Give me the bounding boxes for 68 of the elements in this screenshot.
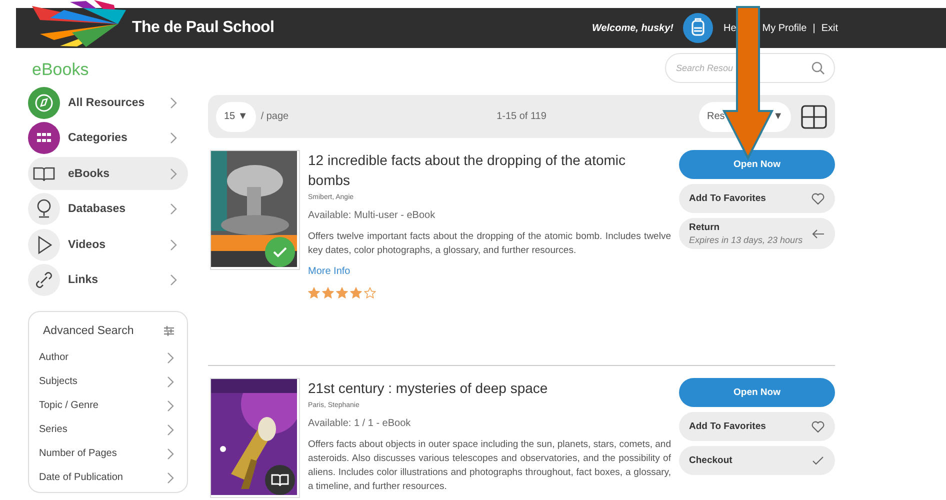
action-button[interactable]: Add To Favorites xyxy=(679,412,835,441)
filter-item[interactable]: Series xyxy=(39,418,175,442)
chevron-icon xyxy=(170,168,178,180)
backpack-icon[interactable] xyxy=(683,13,714,43)
separator: | xyxy=(812,22,816,34)
grid-view-icon[interactable] xyxy=(800,104,827,128)
filter-item[interactable]: Subjects xyxy=(39,370,175,394)
heart-icon xyxy=(811,192,825,206)
chevron-icon xyxy=(167,424,175,436)
star-icon xyxy=(364,287,376,299)
more-info-link[interactable]: More Info xyxy=(308,266,350,277)
book-title[interactable]: 21st century : mysteries of deep space xyxy=(308,378,671,398)
description: Offers facts about objects in outer space including the sun, planets, stars, comets, and asteroids. Also discusses various telescopes and observatories, and the possibility of aliens. Includes color illustrations and photographs throughout, fact boxes, a glossary, a timeline, and further resources. xyxy=(308,438,671,494)
chevron-icon xyxy=(170,132,178,144)
sidebar-item[interactable]: Categories xyxy=(28,122,188,154)
star-icon xyxy=(336,287,348,299)
star-icon xyxy=(322,287,334,299)
action-button[interactable]: Return Expires in 13 days, 23 hours xyxy=(679,218,835,249)
check-icon xyxy=(811,454,825,468)
arrow-left-icon xyxy=(811,226,825,240)
book-icon xyxy=(265,465,295,495)
heart-icon xyxy=(811,420,825,434)
action-button[interactable]: Open Now xyxy=(679,378,835,407)
header-link[interactable]: Exit xyxy=(821,22,838,34)
sliders-icon[interactable] xyxy=(163,324,175,336)
chevron-icon xyxy=(167,400,175,412)
grid-icon xyxy=(28,122,60,154)
chevron-icon xyxy=(170,96,178,108)
results-count: 1-15 of 119 xyxy=(496,111,546,122)
action-button[interactable]: Checkout xyxy=(679,446,835,475)
action-button[interactable]: Add To Favorites xyxy=(679,184,835,213)
availability-text: Available: 1 / 1 - eBook xyxy=(308,418,412,429)
search-icon xyxy=(811,61,825,75)
filter-item[interactable]: Topic / Genre xyxy=(39,394,175,418)
star-icon xyxy=(308,287,320,299)
sidebar-item[interactable]: eBooks xyxy=(28,157,188,190)
link-icon xyxy=(28,264,60,296)
chevron-icon xyxy=(167,352,175,364)
per-page-dropdown[interactable]: 15 ▼ xyxy=(216,102,256,132)
description: Offers twelve important facts about the dropping of the atomic bomb. Includes twelve key dates, color photographs, a glossary, and further resources. xyxy=(308,230,671,258)
chevron-icon xyxy=(170,203,178,215)
chevron-icon xyxy=(167,376,175,388)
sidebar-item[interactable]: All Resources xyxy=(28,86,188,119)
chevron-icon xyxy=(167,472,175,484)
panel-title: Advanced Search xyxy=(43,324,134,336)
availability-text: Available: Multi-user - eBook xyxy=(308,210,436,221)
header-link[interactable]: He xyxy=(723,22,736,34)
chevron-icon xyxy=(167,448,175,460)
chevron-icon xyxy=(170,274,178,286)
check-icon xyxy=(265,237,295,267)
school-name: The de Paul School xyxy=(132,19,274,37)
filter-item[interactable]: Number of Pages xyxy=(39,442,175,466)
sidebar-item[interactable]: Databases xyxy=(28,192,188,226)
sidebar-item[interactable]: Links xyxy=(28,264,188,296)
per-page-label: / page xyxy=(260,111,289,122)
compass-icon xyxy=(28,86,60,118)
globe-icon xyxy=(28,193,60,225)
filter-item[interactable]: Date of Publication xyxy=(39,466,175,490)
sidebar-item[interactable]: Videos xyxy=(28,228,188,261)
welcome-text: Welcome, husky! xyxy=(592,22,674,34)
star-icon xyxy=(350,287,362,299)
section-title: eBooks xyxy=(32,60,90,80)
action-button[interactable]: Open Now xyxy=(679,150,835,179)
chevron-icon xyxy=(170,238,178,250)
play-icon xyxy=(28,228,60,260)
header-link[interactable]: My Profile xyxy=(762,22,807,34)
book-title[interactable]: 12 incredible facts about the dropping of the atomic bombs xyxy=(308,150,671,190)
filter-item[interactable]: Author xyxy=(39,346,175,370)
